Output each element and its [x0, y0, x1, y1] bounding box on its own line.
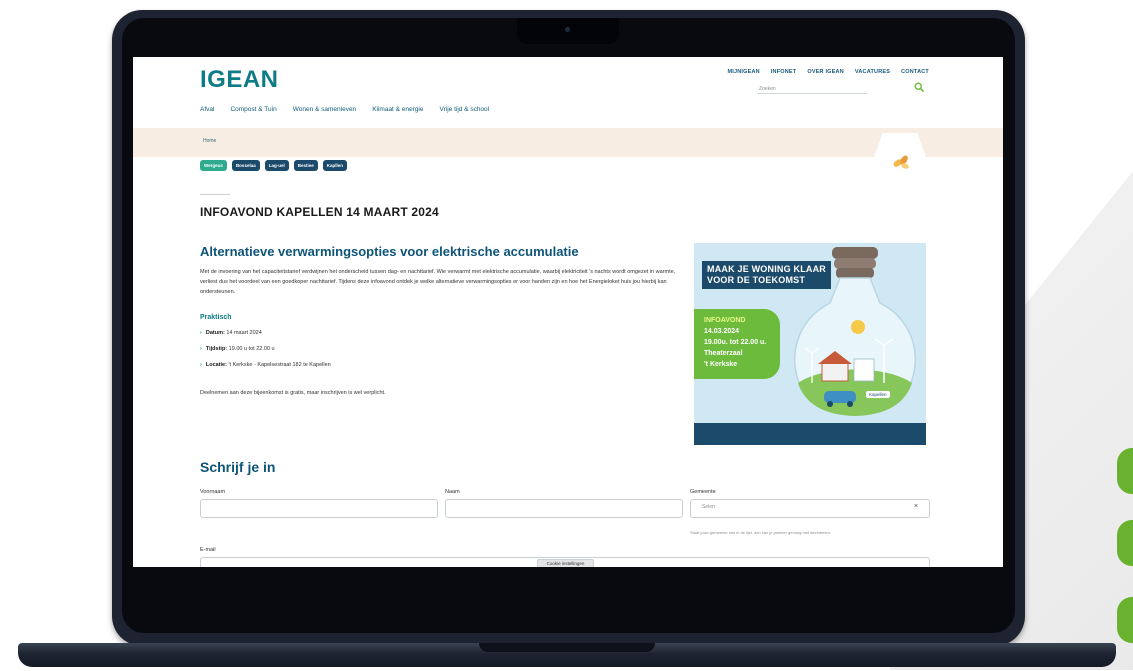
laptop-base-opening	[479, 643, 655, 652]
green-pill-decoration	[1117, 597, 1133, 643]
poster-headline-line: VOOR DE TOEKOMST	[707, 275, 806, 285]
detail-value: 19.00 u tot 22.00 u	[228, 346, 275, 352]
nav-item-compost-tuin[interactable]: Compost & Tuin	[230, 106, 276, 113]
search-input[interactable]: Zoeken	[757, 84, 867, 94]
utility-nav-over-igean[interactable]: OVER IGEAN	[807, 69, 844, 75]
municipality-selected-value: Selen	[702, 504, 715, 510]
poster-headline: MAAK JE WONING KLAAR VOOR DE TOEKOMST	[702, 261, 831, 289]
last-name-field[interactable]	[445, 499, 683, 518]
poster-info-panel: INFOAVOND 14.03.2024 19.00u. tot 22.00 u…	[694, 309, 780, 379]
screen-bottom-bezel	[133, 567, 1003, 597]
laptop-screen: IGEAN MIJNIGEAN INFONET OVER IGEAN VACAT…	[133, 57, 1003, 567]
detail-value: 't Kerkske - Kapelsestraat 182 te Kapell…	[228, 362, 331, 368]
detail-label: Locatie:	[205, 362, 227, 368]
poster-headline-line: MAAK JE WONING KLAAR	[707, 264, 826, 274]
poster-place-label: Kapellen	[866, 391, 890, 398]
praktisch-heading: Praktisch	[200, 314, 232, 321]
municipality-help-text: Staat jouw gemeente niet in de lijst, da…	[690, 530, 831, 535]
list-item: Tijdstip: 19.00 u tot 22.00 u	[200, 344, 331, 360]
camera-icon	[565, 27, 570, 32]
green-pill-decoration	[1117, 520, 1133, 566]
detail-label: Tijdstip:	[205, 346, 228, 352]
first-name-field[interactable]	[200, 499, 438, 518]
breadcrumb-bar	[133, 128, 1003, 157]
poster-event-date: 14.03.2024	[704, 328, 740, 335]
event-details-list: Datum: 14 maart 2024 Tijdstip: 19.00 u t…	[200, 328, 331, 376]
poster-event-time: 19.00u. tot 22.00 u.	[704, 339, 767, 346]
detail-label: Datum:	[205, 330, 225, 336]
registration-note: Deelnemen aan deze bijeenkomst is gratis…	[200, 390, 386, 396]
site-logo[interactable]: IGEAN	[200, 66, 279, 94]
poster-event-venue: 't Kerkske	[704, 361, 738, 368]
detail-value: 14 maart 2024	[226, 330, 262, 336]
tag-chip[interactable]: Bestiee	[293, 160, 318, 171]
main-nav: Afval Compost & Tuin Wonen & samenleven …	[200, 106, 489, 113]
list-item: Datum: 14 maart 2024	[200, 328, 331, 344]
municipality-select[interactable]	[690, 499, 930, 518]
nav-item-afval[interactable]: Afval	[200, 106, 214, 113]
first-name-label: Voornaam	[200, 489, 226, 495]
cookie-settings-button[interactable]: Cookie instellingen	[537, 559, 594, 567]
article-paragraph: Met de invoering van het capaciteitstari…	[200, 269, 676, 295]
green-pill-decoration	[1117, 448, 1133, 494]
utility-nav-infonet[interactable]: INFONET	[771, 69, 797, 75]
search-icon[interactable]	[914, 82, 924, 92]
form-title: Schrijf je in	[200, 459, 276, 475]
nav-item-klimaat-energie[interactable]: Klimaat & energie	[372, 106, 423, 113]
breadcrumb[interactable]: Home	[203, 138, 216, 144]
municipality-label: Gemeente	[690, 489, 716, 495]
utility-nav-contact[interactable]: CONTACT	[901, 69, 929, 75]
tag-chip[interactable]: Lag-uel	[264, 160, 289, 171]
poster-event-label: INFOAVOND	[704, 317, 746, 324]
nav-item-wonen-samenleven[interactable]: Wonen & samenleven	[293, 106, 356, 113]
close-icon[interactable]: ×	[914, 503, 918, 510]
nav-item-vrije-tijd-school[interactable]: Vrije tijd & school	[440, 106, 490, 113]
tag-chip[interactable]: Kapllen	[322, 160, 347, 171]
tag-chip[interactable]: Bosselaa	[231, 160, 260, 171]
tag-chip[interactable]: Wergeus	[200, 160, 227, 171]
tag-list: Wergeus Bosselaa Lag-uel Bestiee Kapllen	[200, 160, 347, 171]
product-mockup-scene: IGEAN MIJNIGEAN INFONET OVER IGEAN VACAT…	[0, 0, 1133, 671]
list-item: Locatie: 't Kerkske - Kapelsestraat 182 …	[200, 360, 331, 376]
poster-event-venue: Theaterzaal	[704, 350, 743, 357]
utility-nav-mijnigean[interactable]: MIJNIGEAN	[727, 69, 759, 75]
utility-nav: MIJNIGEAN INFONET OVER IGEAN VACATURES C…	[727, 69, 929, 75]
last-name-label: Naam	[445, 489, 460, 495]
leaf-icon	[893, 155, 909, 169]
utility-nav-vacatures[interactable]: VACATURES	[855, 69, 890, 75]
article-heading: Alternatieve verwarmingsopties voor elek…	[200, 244, 579, 259]
title-divider	[200, 194, 230, 195]
email-label: E-mail	[200, 547, 216, 553]
page-title: INFOAVOND KAPELLEN 14 MAART 2024	[200, 205, 439, 219]
event-poster: MAAK JE WONING KLAAR VOOR DE TOEKOMST IN…	[694, 243, 926, 445]
